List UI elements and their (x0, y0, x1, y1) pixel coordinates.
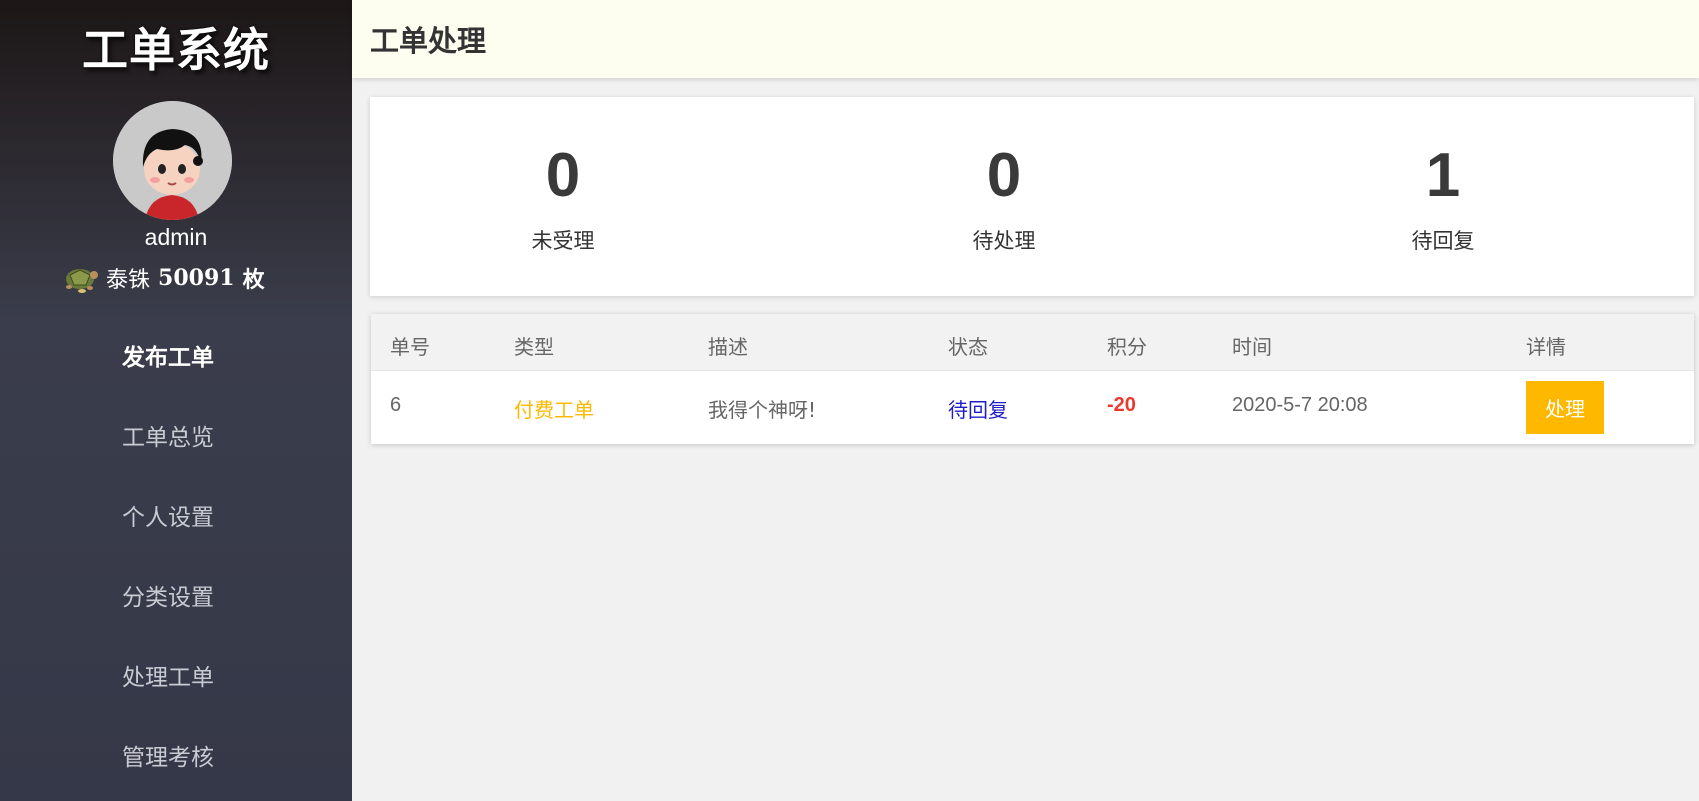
column-header-type: 类型 (514, 335, 554, 359)
cell-id: 6 (390, 394, 402, 416)
stat-label: 待回复 (1411, 229, 1475, 253)
username: admin (144, 224, 208, 250)
sidebar: 工单系统 admin 泰铢 50091 枚 发布工单 工单总览 个人设置 分类设… (0, 0, 352, 801)
coin-label: 泰铢 (106, 268, 151, 293)
sidebar-item-personal-settings[interactable]: 个人设置 (0, 478, 352, 558)
table-row: 6 付费工单 我得个神呀! 待回复 -20 2020-5-7 20:08 处理 (371, 372, 1694, 444)
tortoise-icon (66, 269, 98, 293)
column-header-description: 描述 (708, 335, 748, 359)
avatar-image (113, 101, 232, 220)
avatar[interactable] (113, 101, 232, 220)
column-header-details: 详情 (1526, 335, 1566, 359)
column-header-points: 积分 (1107, 335, 1147, 359)
page-title: 工单处理 (370, 24, 487, 58)
cell-points: -20 (1107, 394, 1136, 416)
coin-unit: 枚 (242, 267, 265, 293)
stat-label: 未受理 (531, 229, 595, 253)
sidebar-item-management-review[interactable]: 管理考核 (0, 718, 352, 798)
stat-awaiting-reply: 1 待回复 (1333, 143, 1553, 255)
coin-balance: 泰铢 50091 枚 (60, 260, 265, 296)
page-header: 工单处理 (352, 0, 1699, 78)
sidebar-item-handle-tickets[interactable]: 处理工单 (0, 638, 352, 718)
column-header-time: 时间 (1232, 335, 1272, 359)
cell-type: 付费工单 (514, 398, 594, 422)
sidebar-item-publish-ticket[interactable]: 发布工单 (0, 318, 352, 398)
sidebar-nav: 发布工单 工单总览 个人设置 分类设置 处理工单 管理考核 (0, 318, 352, 798)
stat-label: 待处理 (972, 229, 1036, 253)
column-header-status: 状态 (948, 335, 988, 359)
stats-card: 0 未受理 0 待处理 1 待回复 (370, 97, 1694, 296)
stat-value: 0 (986, 141, 1022, 210)
cell-status: 待回复 (948, 398, 1008, 422)
handle-ticket-button[interactable]: 处理 (1526, 381, 1604, 434)
sidebar-item-ticket-overview[interactable]: 工单总览 (0, 398, 352, 478)
stat-pending: 0 待处理 (894, 143, 1114, 255)
sidebar-item-category-settings[interactable]: 分类设置 (0, 558, 352, 638)
stat-value: 1 (1425, 141, 1461, 210)
cell-description: 我得个神呀! (708, 398, 817, 422)
column-header-id: 单号 (390, 335, 430, 359)
app-brand: 工单系统 (82, 23, 270, 77)
stat-value: 0 (545, 141, 581, 210)
table-header: 单号 类型 描述 状态 积分 时间 详情 (371, 314, 1694, 371)
coin-count: 50091 (158, 265, 235, 291)
stat-unaccepted: 0 未受理 (453, 143, 673, 255)
ticket-table: 单号 类型 描述 状态 积分 时间 详情 6 付费工单 我得个神呀! 待回复 -… (371, 314, 1694, 444)
cell-time: 2020-5-7 20:08 (1232, 394, 1368, 416)
